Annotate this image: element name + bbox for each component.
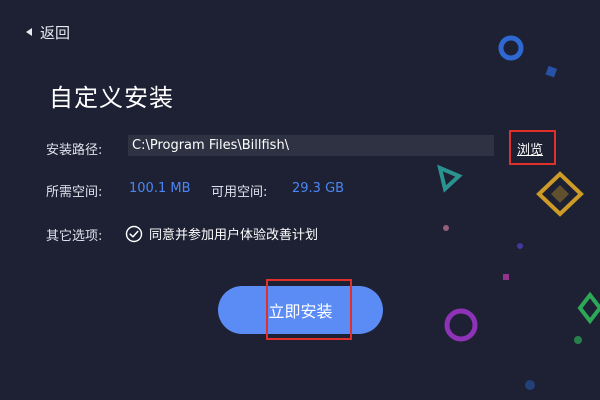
page-title: 自定义安装	[49, 84, 174, 112]
deco-square-blue	[545, 65, 558, 78]
deco-triangle-teal	[437, 164, 463, 193]
required-space-label: 所需空间:	[46, 185, 103, 200]
deco-ring-purple	[444, 308, 478, 342]
available-space-value: 29.3 GB	[292, 181, 345, 196]
deco-diamond-inner	[551, 185, 569, 203]
installer-window: 返回 自定义安装 安装路径: 浏览 所需空间: 100.1 MB 可用空间: 2…	[0, 0, 600, 400]
install-now-button[interactable]: 立即安装	[218, 286, 383, 334]
required-space-value: 100.1 MB	[129, 181, 191, 196]
deco-dot-pink	[443, 225, 449, 231]
deco-dot-green	[574, 336, 582, 344]
deco-diamond-yellow	[536, 171, 584, 217]
check-circle-icon	[125, 225, 143, 242]
chevron-left-icon	[26, 28, 32, 36]
back-button[interactable]: 返回	[24, 21, 70, 43]
experience-program-checkbox[interactable]: 同意并参加用户体验改善计划	[125, 224, 318, 243]
deco-square-pink	[503, 274, 509, 280]
install-path-label: 安装路径:	[46, 143, 103, 158]
deco-dot-blue-bottom	[525, 380, 535, 390]
background-decoration	[437, 35, 600, 390]
available-space-label: 可用空间:	[211, 185, 268, 200]
deco-diamond-green	[577, 291, 600, 325]
browse-link[interactable]: 浏览	[517, 139, 543, 158]
checkbox-label: 同意并参加用户体验改善计划	[149, 228, 319, 243]
install-path-input[interactable]	[128, 135, 494, 156]
deco-dot-purple	[517, 243, 523, 249]
other-options-label: 其它选项:	[46, 229, 103, 244]
deco-ring-blue	[498, 35, 524, 61]
back-label: 返回	[40, 23, 71, 42]
